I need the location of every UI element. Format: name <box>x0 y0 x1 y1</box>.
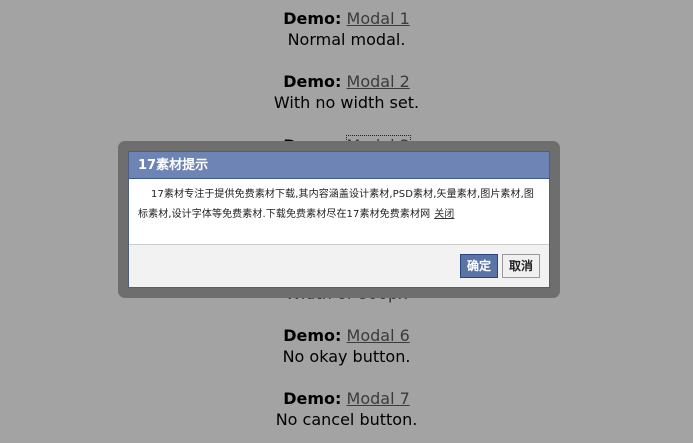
demo-label: Demo: <box>283 9 342 28</box>
modal-1-link[interactable]: Modal 1 <box>347 9 410 28</box>
modal-message: 17素材专注于提供免费素材下载,其内容涵盖设计素材,PSD素材,矢量素材,图片素… <box>138 189 534 220</box>
demo-description: No cancel button. <box>275 410 418 429</box>
demo-modal-1: Demo: Modal 1 Normal modal. <box>0 8 693 50</box>
demo-description: No okay button. <box>282 347 411 366</box>
modal-2-link[interactable]: Modal 2 <box>347 72 410 91</box>
modal-dialog: 17素材提示 17素材专注于提供免费素材下载,其内容涵盖设计素材,PSD素材,矢… <box>128 151 550 288</box>
modal-7-link[interactable]: Modal 7 <box>347 389 410 408</box>
demo-label: Demo: <box>283 389 342 408</box>
demo-modal-2: Demo: Modal 2 With no width set. <box>0 71 693 113</box>
modal-title: 17素材提示 <box>129 152 549 179</box>
demo-description: With no width set. <box>273 93 420 112</box>
ok-button[interactable]: 确定 <box>460 254 498 278</box>
modal-6-link[interactable]: Modal 6 <box>347 326 410 345</box>
demo-label: Demo: <box>283 72 342 91</box>
close-link[interactable]: 关闭 <box>434 209 454 220</box>
demo-label: Demo: <box>283 326 342 345</box>
modal-frame: 17素材提示 17素材专注于提供免费素材下载,其内容涵盖设计素材,PSD素材,矢… <box>118 141 560 298</box>
cancel-button[interactable]: 取消 <box>502 254 540 278</box>
modal-footer: 确定 取消 <box>129 244 549 287</box>
demo-description: Normal modal. <box>287 30 406 49</box>
demo-modal-6: Demo: Modal 6 No okay button. <box>0 325 693 367</box>
page: Demo: Modal 1 Normal modal. Demo: Modal … <box>0 0 693 443</box>
demo-modal-7: Demo: Modal 7 No cancel button. <box>0 388 693 430</box>
modal-body: 17素材专注于提供免费素材下载,其内容涵盖设计素材,PSD素材,矢量素材,图片素… <box>129 179 549 244</box>
